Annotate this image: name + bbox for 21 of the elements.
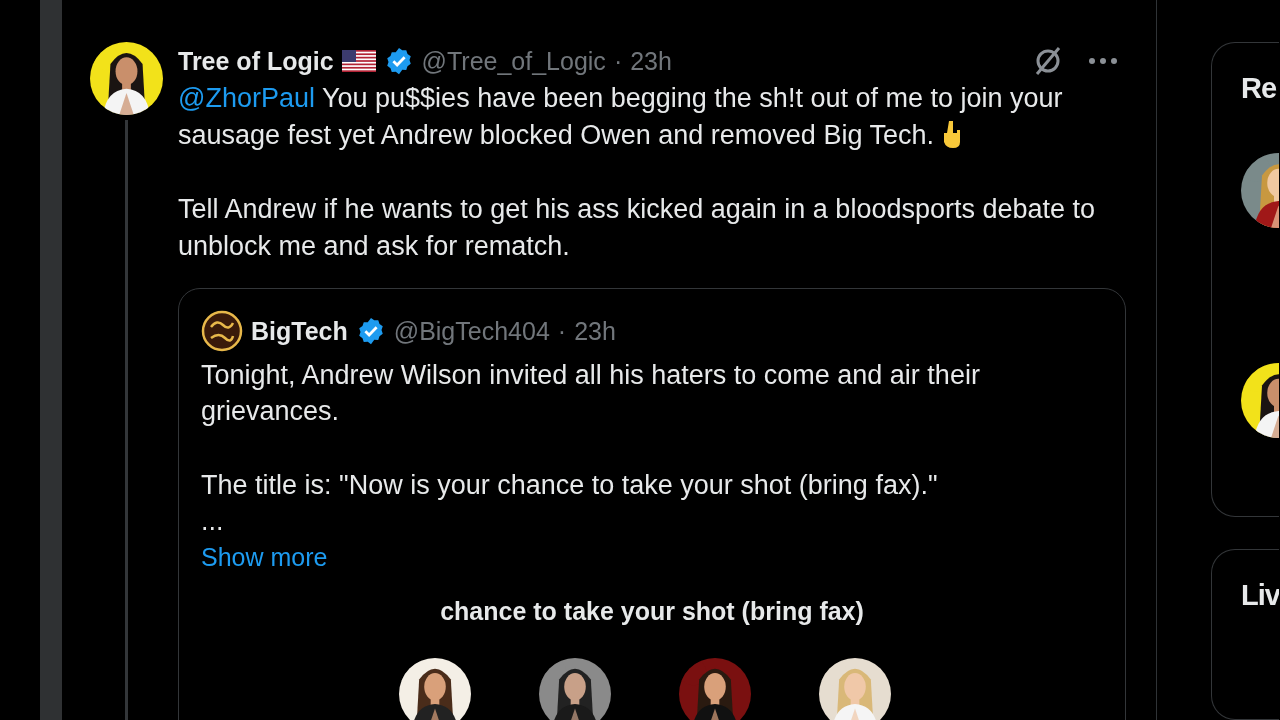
author-name[interactable]: BigTech (251, 316, 348, 346)
quote-paragraph: The title is: "Now is your chance to take your shot (bring fax)." ... (201, 469, 939, 538)
user-handle[interactable]: @Tree_of_Logic (421, 46, 606, 76)
post-paragraph: Tell Andrew if he wants to get his ass kicked again in a bloodsports debate to unblock me and ask for rematch. (178, 193, 1097, 263)
panel-title: Re (1241, 71, 1277, 106)
post-time[interactable]: 23h (630, 46, 672, 76)
logo-icon (201, 310, 243, 352)
more-icon[interactable] (1088, 56, 1118, 66)
scroll-bar[interactable] (40, 0, 62, 720)
quote-paragraph: Tonight, Andrew Wilson invited all his haters to come and air their grievances. (201, 359, 981, 428)
card-title: chance to take your shot (bring fax) (439, 597, 865, 626)
user-handle[interactable]: @BigTech404 (393, 316, 550, 346)
separator-dot: · (557, 316, 567, 346)
separator-dot: · (613, 46, 623, 76)
flag-icon (341, 50, 376, 72)
post-paragraph: @ZhorPaul You pu$$ies have been begging the sh!t out of me to join your sausage fest yet Andrew blocked Owen and removed Big Tech. (178, 82, 1064, 152)
show-more-link[interactable]: Show more (201, 539, 328, 575)
mention-link[interactable]: @ZhorPaul (178, 83, 315, 113)
post-time[interactable]: 23h (574, 316, 616, 346)
author-name[interactable]: Tree of Logic (178, 46, 334, 76)
panel-title: Liv (1241, 578, 1279, 614)
